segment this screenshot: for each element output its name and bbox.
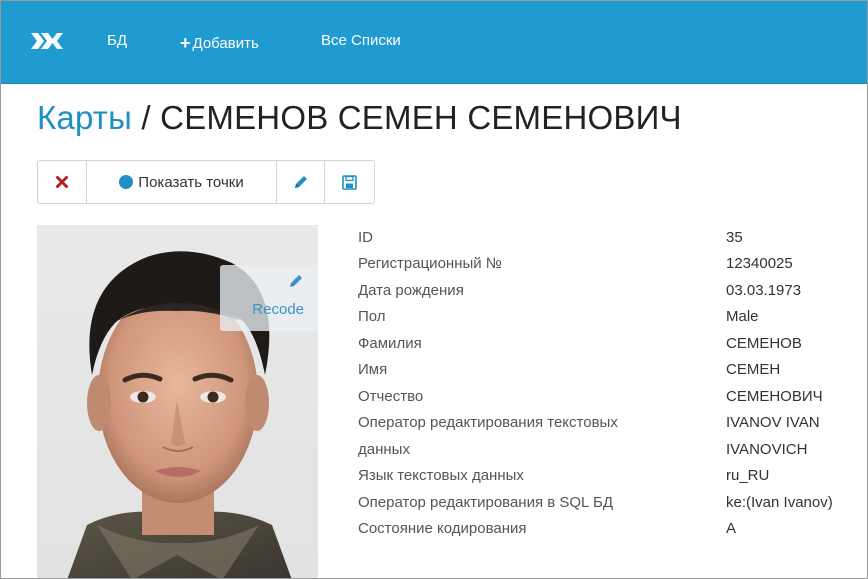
breadcrumb-cards[interactable]: Карты bbox=[37, 99, 132, 136]
detail-value: 12340025 bbox=[726, 255, 793, 272]
recode-button[interactable]: Recode bbox=[220, 265, 318, 331]
plus-icon: + bbox=[180, 33, 191, 53]
nav-link-db[interactable]: БД bbox=[107, 32, 127, 49]
pencil-icon bbox=[290, 275, 302, 287]
detail-label: Язык текстовых данных bbox=[358, 467, 524, 484]
detail-row: Состояние кодирования A bbox=[358, 520, 858, 546]
close-icon bbox=[56, 176, 68, 188]
detail-row: Оператор редактирования в SQL БД ke:(Ivan… bbox=[358, 494, 858, 520]
detail-row: Фамилия СЕМЕНОВ bbox=[358, 335, 858, 361]
detail-value: СЕМЕНОВИЧ bbox=[726, 388, 823, 405]
detail-row: Регистрационный № 12340025 bbox=[358, 255, 858, 281]
detail-label: Имя bbox=[358, 361, 388, 378]
show-points-button[interactable]: Показать точки bbox=[86, 160, 276, 204]
close-button[interactable] bbox=[37, 160, 86, 204]
show-points-label: Показать точки bbox=[138, 173, 244, 191]
nav-link-add[interactable]: + Добавить bbox=[180, 32, 259, 53]
detail-value: IVANOV IVAN bbox=[726, 414, 820, 431]
detail-row: Дата рождения 03.03.1973 bbox=[358, 282, 858, 308]
recode-label: Recode bbox=[252, 301, 304, 318]
detail-value: 35 bbox=[726, 229, 743, 246]
detail-row: Оператор редактирования текстовых IVANOV … bbox=[358, 414, 858, 440]
detail-label: Состояние кодирования bbox=[358, 520, 527, 537]
detail-value: IVANOVICH bbox=[726, 441, 808, 458]
nav-link-add-label: Добавить bbox=[192, 35, 259, 52]
detail-row: Пол Male bbox=[358, 308, 858, 334]
circle-icon bbox=[119, 175, 134, 189]
save-icon bbox=[342, 174, 357, 190]
detail-value: СЕМЕН bbox=[726, 361, 781, 378]
top-navbar: БД + Добавить Все Списки bbox=[1, 1, 867, 84]
detail-value: Male bbox=[726, 308, 759, 325]
detail-value: A bbox=[726, 520, 737, 537]
detail-row: Отчество СЕМЕНОВИЧ bbox=[358, 388, 858, 414]
detail-label: Фамилия bbox=[358, 335, 422, 352]
detail-value: ru_RU bbox=[726, 467, 770, 484]
logo-icon[interactable] bbox=[31, 30, 65, 52]
app-window: БД + Добавить Все Списки Карты / СЕМЕНОВ … bbox=[0, 0, 868, 579]
person-name: СЕМЕНОВ СЕМЕН СЕМЕНОВИЧ bbox=[160, 99, 682, 136]
pencil-icon bbox=[294, 176, 307, 188]
page-title: Карты / СЕМЕНОВ СЕМЕН СЕМЕНОВИЧ bbox=[37, 99, 682, 137]
detail-label: данных bbox=[358, 441, 410, 458]
detail-row: Язык текстовых данных ru_RU bbox=[358, 467, 858, 493]
detail-row: Имя СЕМЕН bbox=[358, 361, 858, 387]
detail-label: Оператор редактирования текстовых bbox=[358, 414, 618, 431]
detail-value: СЕМЕНОВ bbox=[726, 335, 802, 352]
detail-label: Пол bbox=[358, 308, 386, 325]
detail-row: данных IVANOVICH bbox=[358, 441, 858, 467]
edit-button[interactable] bbox=[276, 160, 324, 204]
save-button[interactable] bbox=[324, 160, 375, 204]
breadcrumb-separator: / bbox=[132, 99, 161, 136]
detail-label: Дата рождения bbox=[358, 282, 464, 299]
detail-label: Отчество bbox=[358, 388, 424, 405]
detail-label: Оператор редактирования в SQL БД bbox=[358, 494, 614, 511]
detail-value: ke:(Ivan Ivanov) bbox=[726, 494, 833, 511]
card-toolbar: Показать точки bbox=[37, 160, 375, 204]
detail-label: ID bbox=[358, 229, 373, 246]
detail-row: ID 35 bbox=[358, 229, 858, 255]
detail-label: Регистрационный № bbox=[358, 255, 502, 272]
detail-value: 03.03.1973 bbox=[726, 282, 802, 299]
nav-link-all-lists[interactable]: Все Списки bbox=[321, 32, 401, 49]
